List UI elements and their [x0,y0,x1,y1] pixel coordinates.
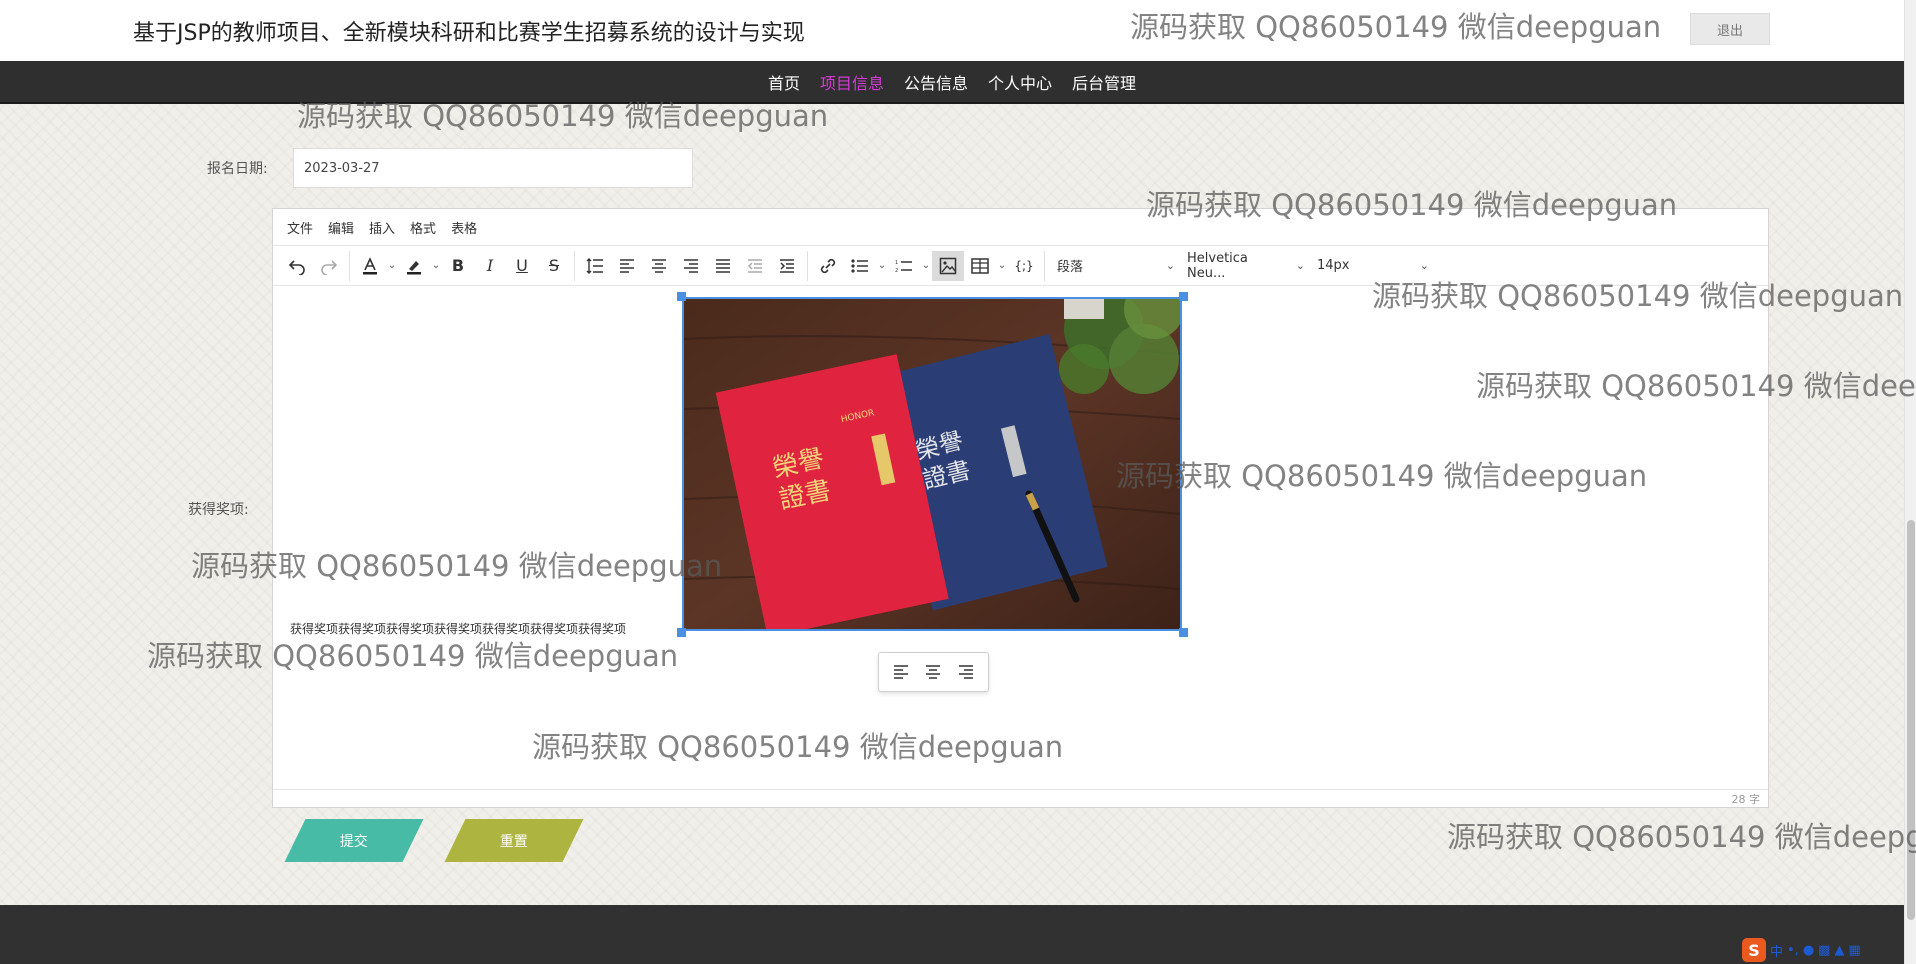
word-count: 28 字 [1731,792,1761,806]
editor-content-area[interactable]: 获得奖项获得奖项获得奖项获得奖项获得奖项获得奖项获得奖项 榮譽 證書 榮譽 證書… [273,286,1768,766]
bullet-list-icon[interactable] [844,251,876,281]
skin-icon[interactable]: ▲ [1834,943,1844,958]
submit-button-label: 提交 [340,833,368,850]
highlight-color-icon[interactable] [398,251,430,281]
toolbar-separator [1044,250,1045,281]
font-family-select[interactable]: Helvetica Neu... ⌄ [1179,251,1309,281]
outdent-icon[interactable] [739,251,771,281]
numbered-list-icon[interactable]: 12 [888,251,920,281]
page-footer [0,905,1904,964]
ime-language[interactable]: 中 [1770,941,1783,960]
resize-handle[interactable] [1179,628,1188,637]
italic-icon[interactable]: I [474,251,506,281]
svg-text:1: 1 [895,260,898,266]
site-title: 基于JSP的教师项目、全新模块科研和比赛学生招募系统的设计与实现 [133,21,805,46]
image-icon[interactable] [932,250,964,281]
font-size-value: 14px [1317,258,1350,273]
toolbar-separator [349,250,350,281]
resize-handle[interactable] [677,628,686,637]
align-left-icon[interactable] [611,251,643,281]
indent-icon[interactable] [771,251,803,281]
image-align-toolbar [878,652,989,692]
align-right-icon[interactable] [953,657,979,687]
apps-icon[interactable]: ▦ [1848,943,1860,958]
reset-button[interactable]: 重置 [444,819,584,862]
align-left-icon[interactable] [888,657,914,687]
text-color-icon[interactable] [354,251,386,281]
chevron-down-icon[interactable]: ⌄ [876,260,888,271]
underline-icon[interactable]: U [506,251,538,281]
microphone-icon[interactable]: ● [1803,943,1814,958]
line-height-icon[interactable] [579,251,611,281]
menu-insert[interactable]: 插入 [369,218,395,237]
editor-toolbar: ⌄ ⌄ B I U S ⌄ 1 2 ⌄ ⌄ {;} 段落 ⌄ Helvetica… [273,246,1768,286]
nav-item-admin[interactable]: 后台管理 [1072,70,1136,94]
resize-handle[interactable] [677,292,686,301]
ime-logo-icon[interactable]: S [1742,938,1766,962]
toolbar-separator [807,250,808,281]
award-label: 获得奖项: [188,502,249,518]
watermark: 源码获取 QQ86050149 微信deepguan [1447,820,1916,854]
strikethrough-icon[interactable]: S [538,251,570,281]
site-header: 基于JSP的教师项目、全新模块科研和比赛学生招募系统的设计与实现 退出 [0,0,1904,61]
menu-file[interactable]: 文件 [287,218,313,237]
nav-item-announcements[interactable]: 公告信息 [904,70,968,94]
chevron-down-icon[interactable]: ⌄ [996,260,1008,271]
reset-button-label: 重置 [500,833,528,850]
chevron-down-icon: ⌄ [1165,259,1175,272]
nav-item-profile[interactable]: 个人中心 [988,70,1052,94]
nav-item-projects[interactable]: 项目信息 [820,70,884,94]
chevron-down-icon[interactable]: ⌄ [920,260,932,271]
font-size-select[interactable]: 14px ⌄ [1309,251,1433,281]
scrollbar-thumb[interactable] [1907,520,1915,920]
align-center-icon[interactable] [643,251,675,281]
plant-leaves [1059,299,1180,394]
align-justify-icon[interactable] [707,251,739,281]
chevron-down-icon[interactable]: ⌄ [430,260,442,271]
undo-icon[interactable] [281,251,313,281]
logout-button[interactable]: 退出 [1690,13,1770,45]
submit-button[interactable]: 提交 [284,819,424,862]
selected-image[interactable]: 榮譽 證書 榮譽 證書 HONOR [682,297,1182,631]
editor-body-text: 获得奖项获得奖项获得奖项获得奖项获得奖项获得奖项获得奖项 [290,622,627,636]
signup-date-label: 报名日期: [207,161,268,177]
menu-format[interactable]: 格式 [410,218,436,237]
chevron-down-icon: ⌄ [1295,259,1305,272]
rich-text-editor: 文件 编辑 插入 格式 表格 ⌄ ⌄ B I U S ⌄ 1 2 ⌄ ⌄ {;}… [272,208,1769,808]
ime-tray: S 中 •, ● ▩ ▲ ▦ [1742,938,1861,962]
block-format-select[interactable]: 段落 ⌄ [1049,251,1179,281]
menu-edit[interactable]: 编辑 [328,218,354,237]
svg-text:2: 2 [895,268,898,273]
align-right-icon[interactable] [675,251,707,281]
chevron-down-icon: ⌄ [1419,259,1429,272]
toolbar-separator [574,250,575,281]
chevron-down-icon[interactable]: ⌄ [386,260,398,271]
bold-icon[interactable]: B [442,251,474,281]
resize-handle[interactable] [1179,292,1188,301]
align-center-icon[interactable] [920,657,946,687]
block-format-value: 段落 [1057,260,1084,275]
editor-menubar: 文件 编辑 插入 格式 表格 [273,209,1768,246]
link-icon[interactable] [812,251,844,281]
font-family-value: Helvetica Neu... [1187,250,1248,281]
table-icon[interactable] [964,251,996,281]
keyboard-icon[interactable]: ▩ [1818,943,1830,958]
page-scrollbar[interactable] [1904,0,1916,964]
main-navbar: 首页 项目信息 公告信息 个人中心 后台管理 [0,61,1904,104]
menu-table[interactable]: 表格 [451,218,477,237]
redo-icon[interactable] [313,251,345,281]
editor-statusbar: 28 字 [273,789,1768,807]
punctuation-icon[interactable]: •, [1787,943,1799,958]
code-icon[interactable]: {;} [1008,251,1040,281]
nav-item-home[interactable]: 首页 [768,70,800,94]
signup-date-input[interactable] [293,148,693,188]
